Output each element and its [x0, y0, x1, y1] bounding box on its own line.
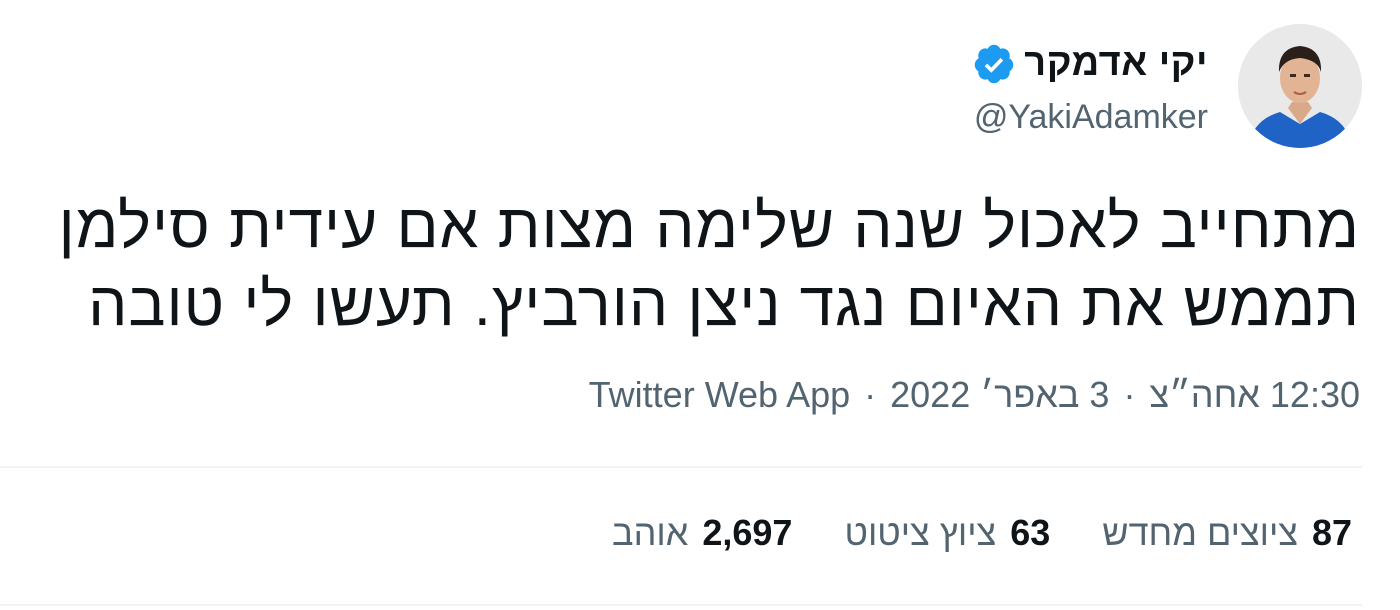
avatar[interactable] — [1238, 24, 1362, 148]
divider — [0, 604, 1362, 606]
tweet-source[interactable]: Twitter Web App — [589, 374, 850, 416]
avatar-image — [1238, 24, 1362, 148]
tweet-text-line-2: תממש את האיום נגד ניצן הורביץ. תעשו לי ט… — [88, 270, 1360, 339]
quote-tweets-label: ציוץ ציטוט — [844, 512, 997, 553]
verified-badge-icon — [972, 42, 1016, 86]
retweets-count: 87 — [1311, 512, 1352, 553]
tweet-text-line-1: מתחייב לאכול שנה שלימה מצות אם עידית סיל… — [58, 192, 1360, 261]
tweet-header: יקי אדמקר @YakiAdamker — [972, 22, 1362, 150]
tweet-date[interactable]: 3 באפר׳ 2022 — [890, 374, 1109, 416]
tweet-time[interactable]: 12:30 אחה״צ — [1149, 374, 1360, 416]
quote-tweets-stat[interactable]: 63 ציוץ ציטוט — [844, 512, 1050, 554]
divider — [0, 466, 1362, 468]
retweets-label: ציוצים מחדש — [1102, 512, 1298, 553]
author-handle[interactable]: @YakiAdamker — [974, 98, 1208, 137]
likes-label: אוהב — [612, 512, 689, 553]
likes-count: 2,697 — [702, 512, 793, 553]
meta-separator: · — [1123, 374, 1136, 415]
author-display-name[interactable]: יקי אדמקר — [1024, 42, 1208, 85]
meta-separator: · — [864, 374, 877, 415]
likes-stat[interactable]: 2,697 אוהב — [612, 512, 792, 554]
quote-tweets-count: 63 — [1010, 512, 1051, 553]
retweets-stat[interactable]: 87 ציוצים מחדש — [1102, 512, 1352, 554]
tweet-text: מתחייב לאכול שנה שלימה מצות אם עידית סיל… — [40, 188, 1360, 344]
tweet-meta: 12:30 אחה״צ · 3 באפר׳ 2022 · Twitter Web… — [589, 374, 1360, 416]
author-names: יקי אדמקר @YakiAdamker — [972, 36, 1208, 137]
tweet-stats: 87 ציוצים מחדש 63 ציוץ ציטוט 2,697 אוהב — [612, 512, 1352, 554]
name-row: יקי אדמקר — [972, 36, 1208, 92]
tweet-card: יקי אדמקר @YakiAdamker מתחייב לאכול שנה … — [0, 0, 1400, 610]
